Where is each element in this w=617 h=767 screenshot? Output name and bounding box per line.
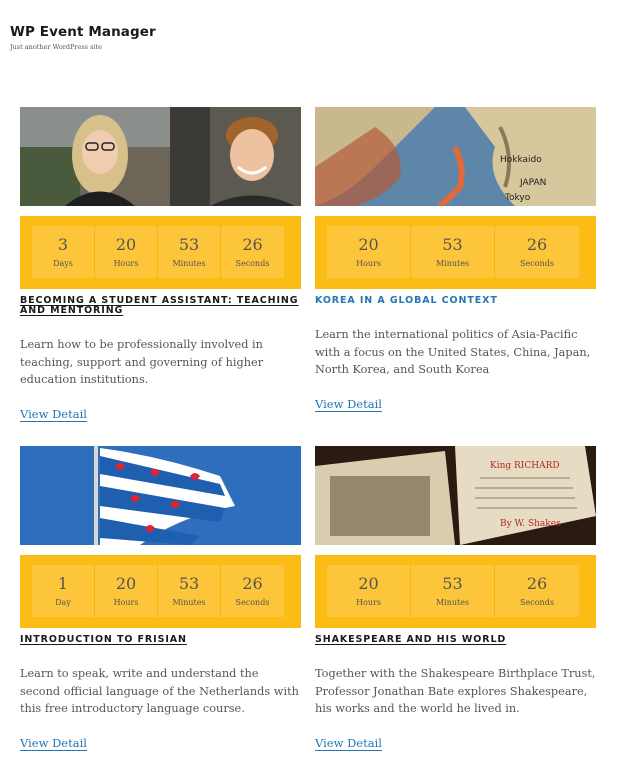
event-title[interactable]: Becoming a Student Assistant: Teaching a…: [20, 296, 301, 316]
event-image[interactable]: [20, 446, 301, 545]
view-detail-link[interactable]: View Detail: [315, 397, 382, 411]
countdown-minutes: 53 Minutes: [411, 565, 495, 617]
countdown-minutes: 53 Minutes: [158, 226, 221, 278]
site-tagline: Just another WordPress site: [10, 43, 102, 51]
countdown-minutes: 53 Minutes: [158, 565, 221, 617]
event-title[interactable]: Shakespeare and His World: [315, 635, 596, 645]
countdown-seconds: 26 Seconds: [221, 226, 284, 278]
event-image[interactable]: Hokkaido JAPAN Tokyo: [315, 107, 596, 206]
event-title[interactable]: Introduction to Frisian: [20, 635, 301, 645]
event-description: Learn the international politics of Asia…: [315, 328, 591, 376]
view-detail-link[interactable]: View Detail: [20, 736, 87, 750]
svg-text:Hokkaido: Hokkaido: [500, 155, 542, 165]
event-description: Together with the Shakespeare Birthplace…: [315, 667, 596, 715]
site-title[interactable]: WP Event Manager: [10, 24, 156, 40]
countdown: 20 Hours 53 Minutes 26 Seconds: [315, 216, 596, 289]
event-card: Hokkaido JAPAN Tokyo 20 Hours 53 Minutes…: [315, 107, 596, 412]
view-detail-link[interactable]: View Detail: [315, 736, 382, 750]
countdown-minutes: 53 Minutes: [411, 226, 495, 278]
event-card: King RICHARD By W. Shakes 20 Hours 53 Mi…: [315, 446, 596, 751]
event-title[interactable]: Korea in a Global Context: [315, 296, 596, 306]
countdown-seconds: 26 Seconds: [221, 565, 284, 617]
countdown: 3 Days 20 Hours 53 Minutes 26 Seconds: [20, 216, 301, 289]
countdown-days: 3 Days: [32, 226, 95, 278]
countdown-seconds: 26 Seconds: [495, 226, 579, 278]
event-card: 3 Days 20 Hours 53 Minutes 26 Seconds Be…: [20, 107, 301, 422]
countdown-seconds: 26 Seconds: [495, 565, 579, 617]
event-description: Learn to speak, write and understand the…: [20, 667, 299, 715]
event-card: 1 Day 20 Hours 53 Minutes 26 Seconds Int…: [20, 446, 301, 751]
countdown-days: 1 Day: [32, 565, 95, 617]
view-detail-link[interactable]: View Detail: [20, 407, 87, 421]
svg-text:JAPAN: JAPAN: [519, 178, 546, 188]
countdown: 1 Day 20 Hours 53 Minutes 26 Seconds: [20, 555, 301, 628]
svg-text:Tokyo: Tokyo: [504, 193, 531, 203]
svg-text:By W. Shakes: By W. Shakes: [500, 519, 561, 529]
countdown-hours: 20 Hours: [95, 226, 158, 278]
countdown: 20 Hours 53 Minutes 26 Seconds: [315, 555, 596, 628]
event-image[interactable]: [20, 107, 301, 206]
countdown-hours: 20 Hours: [327, 226, 411, 278]
event-description: Learn how to be professionally involved …: [20, 338, 264, 386]
svg-text:King RICHARD: King RICHARD: [490, 461, 560, 471]
countdown-hours: 20 Hours: [95, 565, 158, 617]
event-image[interactable]: King RICHARD By W. Shakes: [315, 446, 596, 545]
site-header: WP Event Manager Just another WordPress …: [10, 24, 156, 51]
countdown-hours: 20 Hours: [327, 565, 411, 617]
